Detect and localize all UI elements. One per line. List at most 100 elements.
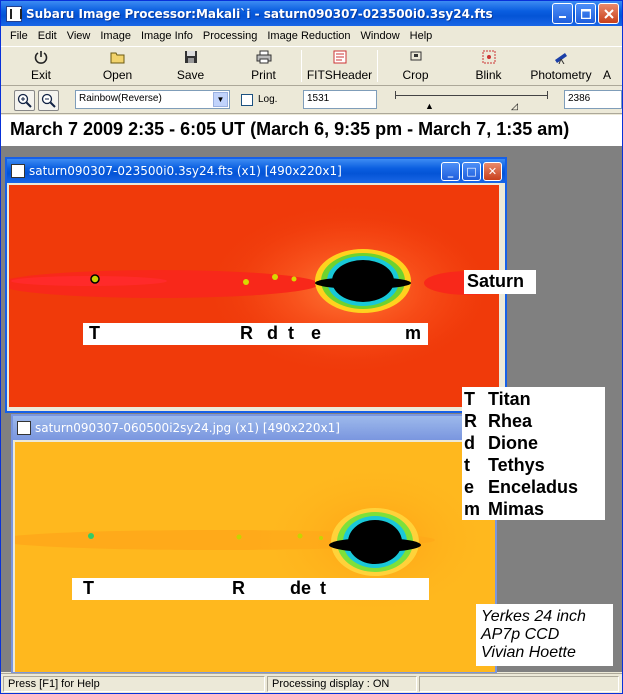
menu-image[interactable]: Image — [95, 30, 136, 42]
print-button[interactable]: Print — [227, 47, 300, 85]
more-tools-button[interactable]: A — [597, 47, 617, 85]
more-label: A — [602, 68, 611, 82]
close-button[interactable] — [598, 3, 619, 24]
menu-view[interactable]: View — [62, 30, 96, 42]
moon-letter: d — [267, 323, 278, 343]
credit-box: Yerkes 24 inch AP7p CCD Vivian Hoette — [476, 604, 613, 666]
max-slider-handle[interactable]: ◿ — [511, 101, 518, 112]
menu-edit[interactable]: Edit — [33, 30, 62, 42]
minimize-button[interactable] — [552, 3, 573, 24]
saturn-image-2[interactable]: T R de t — [15, 442, 495, 672]
fitsheader-button[interactable]: FITSHeader — [303, 47, 376, 85]
image-window-icon — [11, 164, 25, 178]
image-window-1-titlebar[interactable]: saturn090307-023500i0.3sy24.fts (x1) [49… — [7, 159, 505, 183]
title-bar: Subaru Image Processor:Makali`i - saturn… — [1, 1, 622, 26]
child-minimize-button[interactable]: _ — [441, 162, 460, 181]
maximize-button[interactable] — [575, 3, 596, 24]
moon-label-bar-1: T R d t e m — [83, 323, 428, 345]
moon-letter: T — [83, 578, 94, 598]
display-toolbar: Rainbow(Reverse) ▼ Log. 1531 ▲ ◿ 2386 — [1, 87, 622, 114]
toolbar-separator — [377, 50, 378, 82]
exit-button[interactable]: Exit — [1, 47, 81, 85]
legend-name: Titan — [488, 389, 531, 409]
legend-row: m Mimas — [464, 498, 603, 520]
child-maximize-button[interactable]: □ — [462, 162, 481, 181]
legend-row: d Dione — [464, 432, 603, 454]
moon-letter: R — [232, 578, 245, 598]
main-toolbar: Exit Open Save Print FITSHeader Crop Bli… — [1, 46, 622, 86]
legend-name: Tethys — [488, 455, 545, 475]
slider-tick — [395, 91, 396, 99]
legend-row: t Tethys — [464, 454, 603, 476]
printer-icon — [256, 50, 272, 68]
menu-window[interactable]: Window — [356, 30, 405, 42]
child-close-button[interactable]: ✕ — [483, 162, 502, 181]
legend-name: Enceladus — [488, 477, 579, 497]
chevron-down-icon[interactable]: ▼ — [213, 92, 228, 107]
credit-line: AP7p CCD — [481, 626, 560, 643]
zoom-in-button[interactable] — [14, 90, 35, 111]
min-level-value: 1531 — [307, 93, 330, 104]
moon-letter: e — [311, 323, 322, 343]
close-icon — [603, 8, 614, 19]
legend-key: d — [464, 433, 475, 453]
menu-file[interactable]: File — [5, 30, 33, 42]
moon-letter: de — [290, 578, 312, 598]
credit-line: Yerkes 24 inch — [481, 608, 586, 625]
open-label: Open — [102, 68, 133, 82]
moon-legend: T Titan R Rhea d Dione t Tethys e Enceladus m… — [462, 387, 605, 520]
max-level-field[interactable]: 2386 — [564, 90, 622, 109]
moon-letter: R — [240, 323, 253, 343]
save-label: Save — [176, 68, 205, 82]
crop-button[interactable]: Crop — [379, 47, 452, 85]
level-slider-track[interactable] — [395, 95, 547, 96]
moon-letter: t — [320, 578, 326, 598]
legend-row: R Rhea — [464, 410, 603, 432]
processing-status: Processing display : ON — [267, 676, 417, 692]
menu-help[interactable]: Help — [405, 30, 438, 42]
image-window-2[interactable]: saturn090307-060500i2sy24.jpg (x1) [490x… — [11, 414, 497, 674]
legend-row: e Enceladus — [464, 476, 603, 498]
power-icon — [34, 50, 48, 68]
slider-tick — [547, 91, 548, 99]
crop-label: Crop — [402, 68, 429, 82]
crop-icon — [409, 50, 423, 68]
photometry-button[interactable]: Photometry — [525, 47, 597, 85]
colormap-select[interactable]: Rainbow(Reverse) ▼ — [75, 90, 230, 109]
zoom-in-icon — [17, 93, 32, 108]
legend-name: Mimas — [488, 499, 545, 519]
blink-button[interactable]: Blink — [452, 47, 525, 85]
saturn-image-1[interactable]: T R d t e m — [9, 185, 499, 407]
moon-label-bar-2: T R de t — [72, 578, 429, 600]
blink-icon — [482, 50, 496, 68]
mdi-workspace: saturn090307-023500i0.3sy24.fts (x1) [49… — [1, 146, 622, 674]
log-checkbox[interactable] — [241, 94, 253, 106]
menu-image-info[interactable]: Image Info — [136, 30, 198, 42]
menu-processing[interactable]: Processing — [198, 30, 262, 42]
app-window: Subaru Image Processor:Makali`i - saturn… — [0, 0, 623, 694]
photometry-label: Photometry — [530, 68, 592, 82]
image-window-2-titlebar[interactable]: saturn090307-060500i2sy24.jpg (x1) [490x… — [13, 416, 495, 440]
help-status: Press [F1] for Help — [3, 676, 265, 692]
saturn-image-2-graphic — [15, 460, 495, 620]
open-button[interactable]: Open — [81, 47, 154, 85]
min-slider-handle[interactable]: ▲ — [425, 101, 434, 111]
window-title: Subaru Image Processor:Makali`i - saturn… — [26, 6, 493, 21]
image-window-1[interactable]: saturn090307-023500i0.3sy24.fts (x1) [49… — [5, 157, 507, 413]
colormap-value: Rainbow(Reverse) — [79, 93, 162, 104]
legend-name: Dione — [488, 433, 539, 453]
save-button[interactable]: Save — [154, 47, 227, 85]
fits-header-icon — [332, 50, 348, 68]
app-icon[interactable] — [6, 5, 22, 22]
blink-label: Blink — [475, 68, 502, 82]
zoom-out-icon — [41, 93, 56, 108]
menu-image-reduction[interactable]: Image Reduction — [262, 30, 355, 42]
min-level-field[interactable]: 1531 — [303, 90, 377, 109]
minimize-icon — [558, 15, 566, 18]
maximize-icon — [580, 8, 591, 19]
log-label: Log. — [258, 94, 278, 105]
floppy-icon — [184, 50, 198, 68]
print-label: Print — [251, 68, 276, 82]
moon-letter: T — [89, 323, 100, 343]
zoom-out-button[interactable] — [38, 90, 59, 111]
